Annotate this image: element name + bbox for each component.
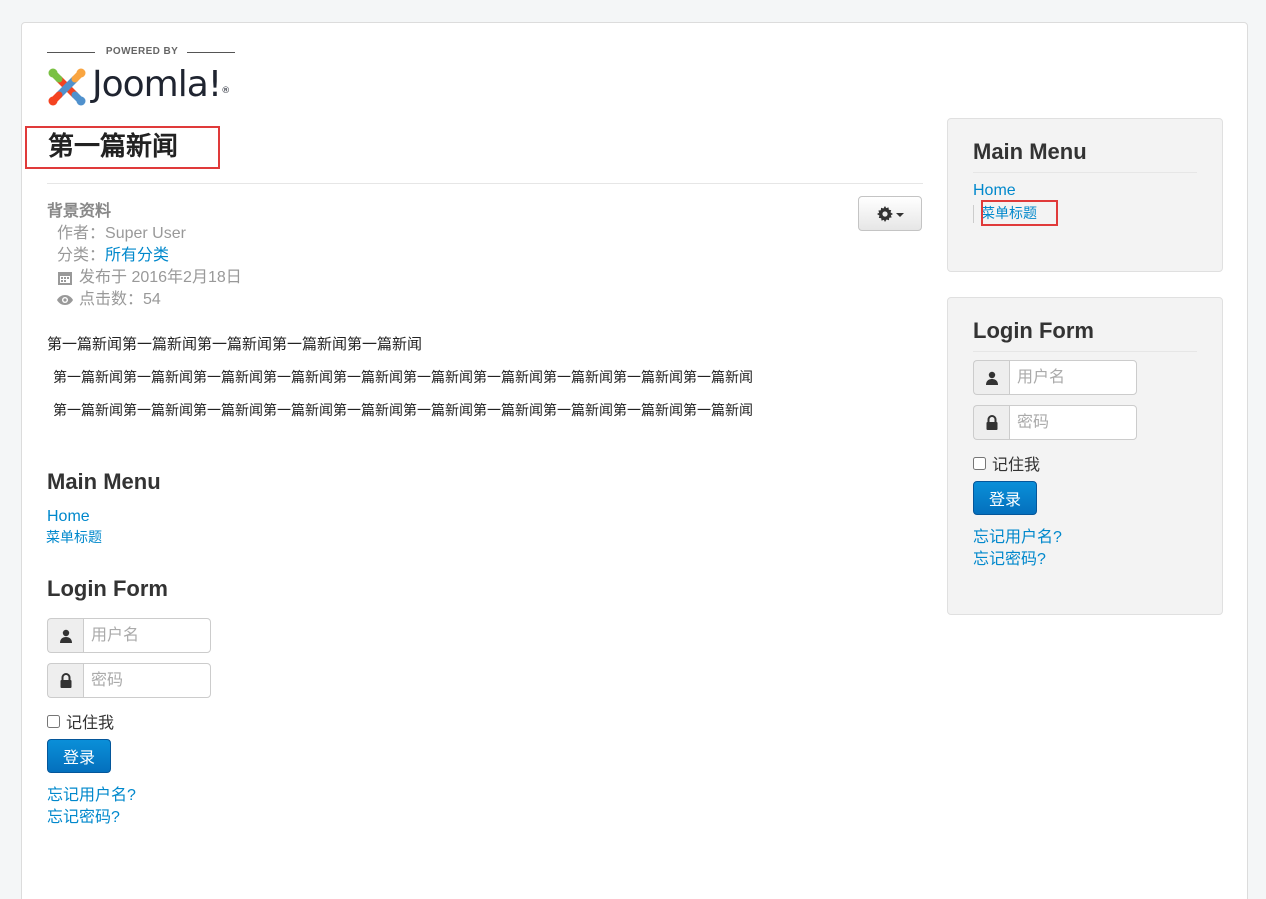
submenu-divider	[973, 205, 974, 223]
sidebar-submenu: 菜单标题	[973, 200, 1197, 226]
article-paragraph: 第一篇新闻第一篇新闻第一篇新闻第一篇新闻第一篇新闻第一篇新闻第一篇新闻第一篇新闻…	[53, 369, 753, 385]
module-title: Main Menu	[973, 138, 1197, 173]
article-paragraph: 第一篇新闻第一篇新闻第一篇新闻第一篇新闻第一篇新闻第一篇新闻第一篇新闻第一篇新闻…	[53, 402, 753, 418]
login-form-module: Login Form 记住我 登录 忘记用户名? 忘记密码?	[47, 575, 211, 829]
user-icon	[973, 360, 1009, 395]
lock-icon	[47, 663, 83, 698]
page-container: POWERED BY Joomla!® 第一篇新闻 背景资料 作者： Super…	[21, 22, 1248, 899]
sidebar-username-input[interactable]	[1009, 360, 1137, 395]
sidebar-password-input[interactable]	[1009, 405, 1137, 440]
powered-by-text: POWERED BY	[47, 45, 237, 59]
sidebar-forgot-links: 忘记用户名? 忘记密码?	[973, 527, 1197, 571]
eye-icon	[57, 295, 73, 305]
sidebar-remember-checkbox[interactable]	[973, 456, 986, 470]
sidebar-remember-me[interactable]: 记住我	[973, 451, 1197, 475]
menu-highlight-box	[981, 200, 1058, 226]
remember-checkbox[interactable]	[47, 714, 60, 728]
lock-icon	[973, 405, 1009, 440]
remember-label: 记住我	[992, 457, 1041, 474]
gear-icon	[876, 205, 893, 222]
sidebar-password-group	[973, 405, 1197, 440]
menu-item-home[interactable]: Home	[47, 507, 161, 527]
sidebar-menu-item-home[interactable]: Home	[973, 181, 1197, 201]
sidebar-username-group	[973, 360, 1197, 395]
joomla-logo[interactable]: POWERED BY Joomla!®	[47, 45, 237, 107]
menu-item-title[interactable]: 菜单标题	[46, 527, 161, 547]
article-category: 分类： 所有分类	[47, 245, 242, 267]
password-input[interactable]	[83, 663, 211, 698]
article-info-heading: 背景资料	[47, 203, 112, 220]
chevron-down-icon	[895, 212, 904, 217]
article-title: 第一篇新闻	[48, 132, 179, 162]
username-input[interactable]	[83, 618, 211, 653]
remember-label: 记住我	[66, 715, 115, 732]
module-title: Login Form	[47, 576, 168, 601]
article-body: 第一篇新闻第一篇新闻第一篇新闻第一篇新闻第一篇新闻 第一篇新闻第一篇新闻第一篇新…	[47, 334, 753, 420]
article-tools-button[interactable]	[858, 196, 922, 231]
forgot-username-link[interactable]: 忘记用户名?	[47, 785, 211, 807]
forgot-links: 忘记用户名? 忘记密码?	[47, 785, 211, 829]
sidebar-login-form: Login Form 记住我 登录 忘记用户名? 忘记密码?	[947, 297, 1223, 615]
remember-me[interactable]: 记住我	[47, 709, 211, 733]
category-link[interactable]: 所有分类	[105, 245, 169, 267]
calendar-icon	[58, 272, 72, 285]
joomla-logo-icon	[48, 68, 86, 106]
joomla-wordmark: Joomla!®	[92, 64, 230, 105]
password-group	[47, 663, 211, 698]
main-menu-module: Main Menu Home 菜单标题	[46, 468, 161, 547]
module-title: Login Form	[973, 317, 1197, 352]
module-title: Main Menu	[47, 469, 161, 494]
sidebar-forgot-username-link[interactable]: 忘记用户名?	[973, 527, 1197, 549]
article-paragraph: 第一篇新闻第一篇新闻第一篇新闻第一篇新闻第一篇新闻	[47, 336, 423, 353]
article-hits: 点击数：54	[47, 289, 242, 311]
login-button[interactable]: 登录	[47, 739, 112, 773]
sidebar-forgot-password-link[interactable]: 忘记密码?	[973, 549, 1197, 571]
article-author: 作者： Super User	[57, 225, 186, 242]
sidebar-login-button[interactable]: 登录	[973, 481, 1038, 515]
article-published: 发布于 2016年2月18日	[47, 267, 242, 289]
user-icon	[47, 618, 83, 653]
article-info: 背景资料 作者： Super User 分类： 所有分类 发布于 2016年2月18…	[47, 201, 242, 311]
sidebar-main-menu: Main Menu Home 菜单标题	[947, 118, 1223, 272]
forgot-password-link[interactable]: 忘记密码?	[47, 807, 211, 829]
title-divider	[47, 183, 923, 184]
username-group	[47, 618, 211, 653]
